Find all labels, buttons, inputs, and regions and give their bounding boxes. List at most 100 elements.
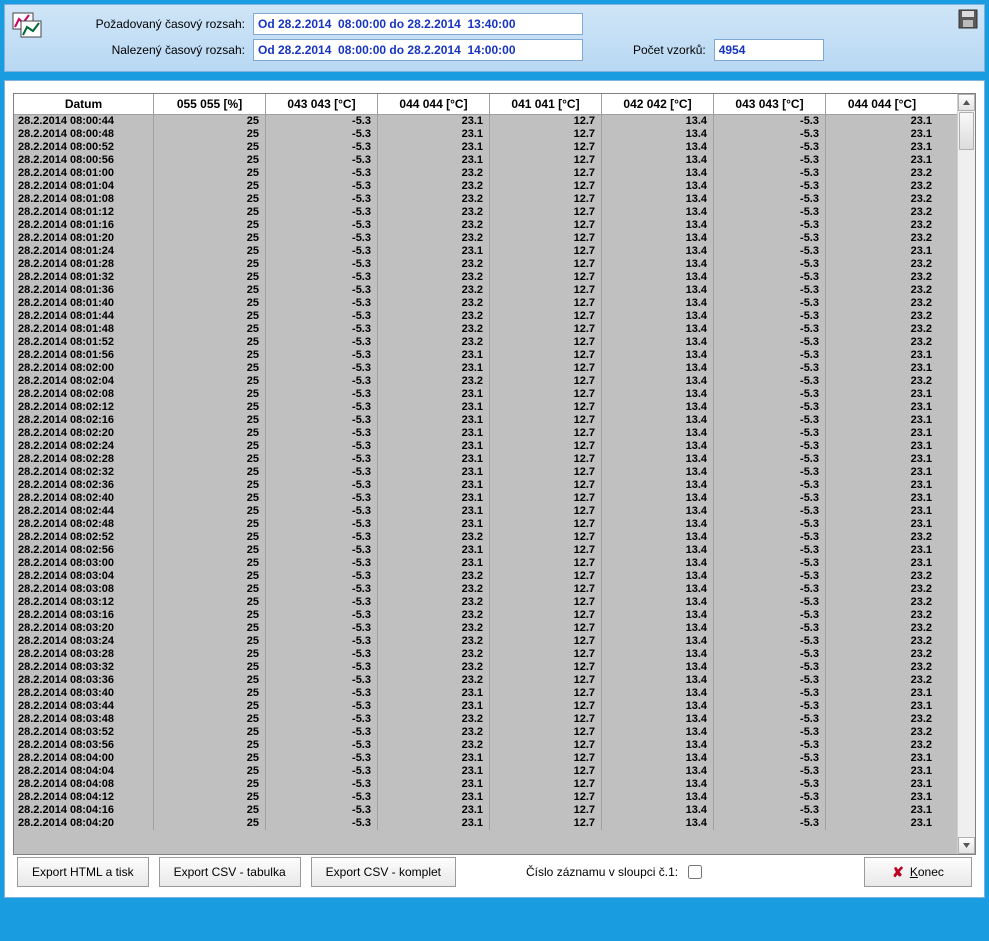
- table-row[interactable]: 28.2.2014 08:01:3225-5.323.212.713.4-5.3…: [14, 271, 975, 284]
- export-csv-table-button[interactable]: Export CSV - tabulka: [159, 857, 301, 887]
- table-row[interactable]: 28.2.2014 08:03:1225-5.323.212.713.4-5.3…: [14, 596, 975, 609]
- table-row[interactable]: 28.2.2014 08:02:3625-5.323.112.713.4-5.3…: [14, 479, 975, 492]
- record-in-col1-checkbox[interactable]: [688, 865, 702, 879]
- table-row[interactable]: 28.2.2014 08:01:2425-5.323.112.713.4-5.3…: [14, 245, 975, 258]
- cell-datum: 28.2.2014 08:02:28: [14, 453, 154, 466]
- cell-value: -5.3: [714, 791, 826, 804]
- cell-value: 25: [154, 791, 266, 804]
- table-row[interactable]: 28.2.2014 08:04:1225-5.323.112.713.4-5.3…: [14, 791, 975, 804]
- table-row[interactable]: 28.2.2014 08:01:0025-5.323.212.713.4-5.3…: [14, 167, 975, 180]
- table-row[interactable]: 28.2.2014 08:03:3225-5.323.212.713.4-5.3…: [14, 661, 975, 674]
- table-row[interactable]: 28.2.2014 08:03:4025-5.323.112.713.4-5.3…: [14, 687, 975, 700]
- data-grid[interactable]: Datum055 055 [%]043 043 [°C]044 044 [°C]…: [13, 93, 976, 855]
- column-header[interactable]: Datum: [14, 94, 154, 114]
- table-row[interactable]: 28.2.2014 08:00:4825-5.323.112.713.4-5.3…: [14, 128, 975, 141]
- table-row[interactable]: 28.2.2014 08:04:0425-5.323.112.713.4-5.3…: [14, 765, 975, 778]
- cell-value: -5.3: [714, 635, 826, 648]
- cell-datum: 28.2.2014 08:00:56: [14, 154, 154, 167]
- table-row[interactable]: 28.2.2014 08:02:0025-5.323.112.713.4-5.3…: [14, 362, 975, 375]
- cell-value: 12.7: [490, 557, 602, 570]
- close-button[interactable]: ✘ Konec: [864, 857, 972, 887]
- table-row[interactable]: 28.2.2014 08:01:5625-5.323.112.713.4-5.3…: [14, 349, 975, 362]
- table-row[interactable]: 28.2.2014 08:01:2025-5.323.212.713.4-5.3…: [14, 232, 975, 245]
- table-row[interactable]: 28.2.2014 08:02:3225-5.323.112.713.4-5.3…: [14, 466, 975, 479]
- cell-value: 23.2: [378, 596, 490, 609]
- table-row[interactable]: 28.2.2014 08:04:1625-5.323.112.713.4-5.3…: [14, 804, 975, 817]
- grid-body[interactable]: 28.2.2014 08:00:4425-5.323.112.713.4-5.3…: [14, 115, 975, 854]
- column-header[interactable]: 055 055 [%]: [154, 94, 266, 114]
- sample-count-input[interactable]: [714, 39, 824, 61]
- cell-value: -5.3: [714, 479, 826, 492]
- vertical-scrollbar[interactable]: [957, 94, 975, 854]
- cell-value: 13.4: [602, 635, 714, 648]
- table-row[interactable]: 28.2.2014 08:03:4825-5.323.212.713.4-5.3…: [14, 713, 975, 726]
- table-row[interactable]: 28.2.2014 08:01:1225-5.323.212.713.4-5.3…: [14, 206, 975, 219]
- cell-value: 23.1: [826, 466, 938, 479]
- table-row[interactable]: 28.2.2014 08:03:5225-5.323.212.713.4-5.3…: [14, 726, 975, 739]
- save-disk-icon[interactable]: [958, 9, 978, 29]
- table-row[interactable]: 28.2.2014 08:02:5225-5.323.212.713.4-5.3…: [14, 531, 975, 544]
- column-header[interactable]: 041 041 [°C]: [490, 94, 602, 114]
- table-row[interactable]: 28.2.2014 08:04:2025-5.323.112.713.4-5.3…: [14, 817, 975, 830]
- cell-datum: 28.2.2014 08:03:12: [14, 596, 154, 609]
- scroll-down-arrow[interactable]: [958, 837, 975, 854]
- cell-value: 13.4: [602, 362, 714, 375]
- table-row[interactable]: 28.2.2014 08:03:0425-5.323.212.713.4-5.3…: [14, 570, 975, 583]
- table-row[interactable]: 28.2.2014 08:02:4425-5.323.112.713.4-5.3…: [14, 505, 975, 518]
- table-row[interactable]: 28.2.2014 08:03:2425-5.323.212.713.4-5.3…: [14, 635, 975, 648]
- export-html-button[interactable]: Export HTML a tisk: [17, 857, 149, 887]
- table-row[interactable]: 28.2.2014 08:00:5625-5.323.112.713.4-5.3…: [14, 154, 975, 167]
- column-header[interactable]: 044 044 [°C]: [826, 94, 938, 114]
- cell-value: 23.2: [826, 622, 938, 635]
- export-csv-full-button[interactable]: Export CSV - komplet: [311, 857, 456, 887]
- table-row[interactable]: 28.2.2014 08:04:0025-5.323.112.713.4-5.3…: [14, 752, 975, 765]
- table-row[interactable]: 28.2.2014 08:02:2025-5.323.112.713.4-5.3…: [14, 427, 975, 440]
- table-row[interactable]: 28.2.2014 08:00:4425-5.323.112.713.4-5.3…: [14, 115, 975, 128]
- table-row[interactable]: 28.2.2014 08:03:3625-5.323.212.713.4-5.3…: [14, 674, 975, 687]
- table-row[interactable]: 28.2.2014 08:03:2825-5.323.212.713.4-5.3…: [14, 648, 975, 661]
- cell-value: 25: [154, 219, 266, 232]
- table-row[interactable]: 28.2.2014 08:01:4425-5.323.212.713.4-5.3…: [14, 310, 975, 323]
- table-row[interactable]: 28.2.2014 08:03:0825-5.323.212.713.4-5.3…: [14, 583, 975, 596]
- table-row[interactable]: 28.2.2014 08:03:1625-5.323.212.713.4-5.3…: [14, 609, 975, 622]
- table-row[interactable]: 28.2.2014 08:02:1225-5.323.112.713.4-5.3…: [14, 401, 975, 414]
- table-row[interactable]: 28.2.2014 08:03:2025-5.323.212.713.4-5.3…: [14, 622, 975, 635]
- table-row[interactable]: 28.2.2014 08:01:0825-5.323.212.713.4-5.3…: [14, 193, 975, 206]
- requested-range-input[interactable]: [253, 13, 583, 35]
- table-row[interactable]: 28.2.2014 08:01:2825-5.323.212.713.4-5.3…: [14, 258, 975, 271]
- table-row[interactable]: 28.2.2014 08:02:4025-5.323.112.713.4-5.3…: [14, 492, 975, 505]
- table-row[interactable]: 28.2.2014 08:02:2825-5.323.112.713.4-5.3…: [14, 453, 975, 466]
- column-header[interactable]: 044 044 [°C]: [378, 94, 490, 114]
- cell-value: 23.1: [378, 245, 490, 258]
- table-row[interactable]: 28.2.2014 08:04:0825-5.323.112.713.4-5.3…: [14, 778, 975, 791]
- table-row[interactable]: 28.2.2014 08:02:1625-5.323.112.713.4-5.3…: [14, 414, 975, 427]
- table-row[interactable]: 28.2.2014 08:02:2425-5.323.112.713.4-5.3…: [14, 440, 975, 453]
- column-header[interactable]: 043 043 [°C]: [266, 94, 378, 114]
- table-row[interactable]: 28.2.2014 08:01:4025-5.323.212.713.4-5.3…: [14, 297, 975, 310]
- table-row[interactable]: 28.2.2014 08:02:4825-5.323.112.713.4-5.3…: [14, 518, 975, 531]
- table-row[interactable]: 28.2.2014 08:03:0025-5.323.112.713.4-5.3…: [14, 557, 975, 570]
- table-row[interactable]: 28.2.2014 08:02:0825-5.323.112.713.4-5.3…: [14, 388, 975, 401]
- table-row[interactable]: 28.2.2014 08:01:3625-5.323.212.713.4-5.3…: [14, 284, 975, 297]
- cell-value: 23.1: [378, 115, 490, 128]
- scroll-up-arrow[interactable]: [958, 94, 975, 111]
- column-header[interactable]: 043 043 [°C]: [714, 94, 826, 114]
- table-row[interactable]: 28.2.2014 08:02:5625-5.323.112.713.4-5.3…: [14, 544, 975, 557]
- column-header[interactable]: 042 042 [°C]: [602, 94, 714, 114]
- table-row[interactable]: 28.2.2014 08:03:4425-5.323.112.713.4-5.3…: [14, 700, 975, 713]
- cell-datum: 28.2.2014 08:01:32: [14, 271, 154, 284]
- cell-value: 12.7: [490, 544, 602, 557]
- table-row[interactable]: 28.2.2014 08:02:0425-5.323.212.713.4-5.3…: [14, 375, 975, 388]
- table-row[interactable]: 28.2.2014 08:03:5625-5.323.212.713.4-5.3…: [14, 739, 975, 752]
- table-row[interactable]: 28.2.2014 08:01:1625-5.323.212.713.4-5.3…: [14, 219, 975, 232]
- cell-value: 23.2: [826, 661, 938, 674]
- scroll-thumb[interactable]: [959, 112, 974, 150]
- cell-value: -5.3: [266, 440, 378, 453]
- found-range-input[interactable]: [253, 39, 583, 61]
- cell-value: -5.3: [714, 687, 826, 700]
- table-row[interactable]: 28.2.2014 08:01:4825-5.323.212.713.4-5.3…: [14, 323, 975, 336]
- table-row[interactable]: 28.2.2014 08:00:5225-5.323.112.713.4-5.3…: [14, 141, 975, 154]
- cell-value: 23.1: [826, 791, 938, 804]
- table-row[interactable]: 28.2.2014 08:01:5225-5.323.212.713.4-5.3…: [14, 336, 975, 349]
- table-row[interactable]: 28.2.2014 08:01:0425-5.323.212.713.4-5.3…: [14, 180, 975, 193]
